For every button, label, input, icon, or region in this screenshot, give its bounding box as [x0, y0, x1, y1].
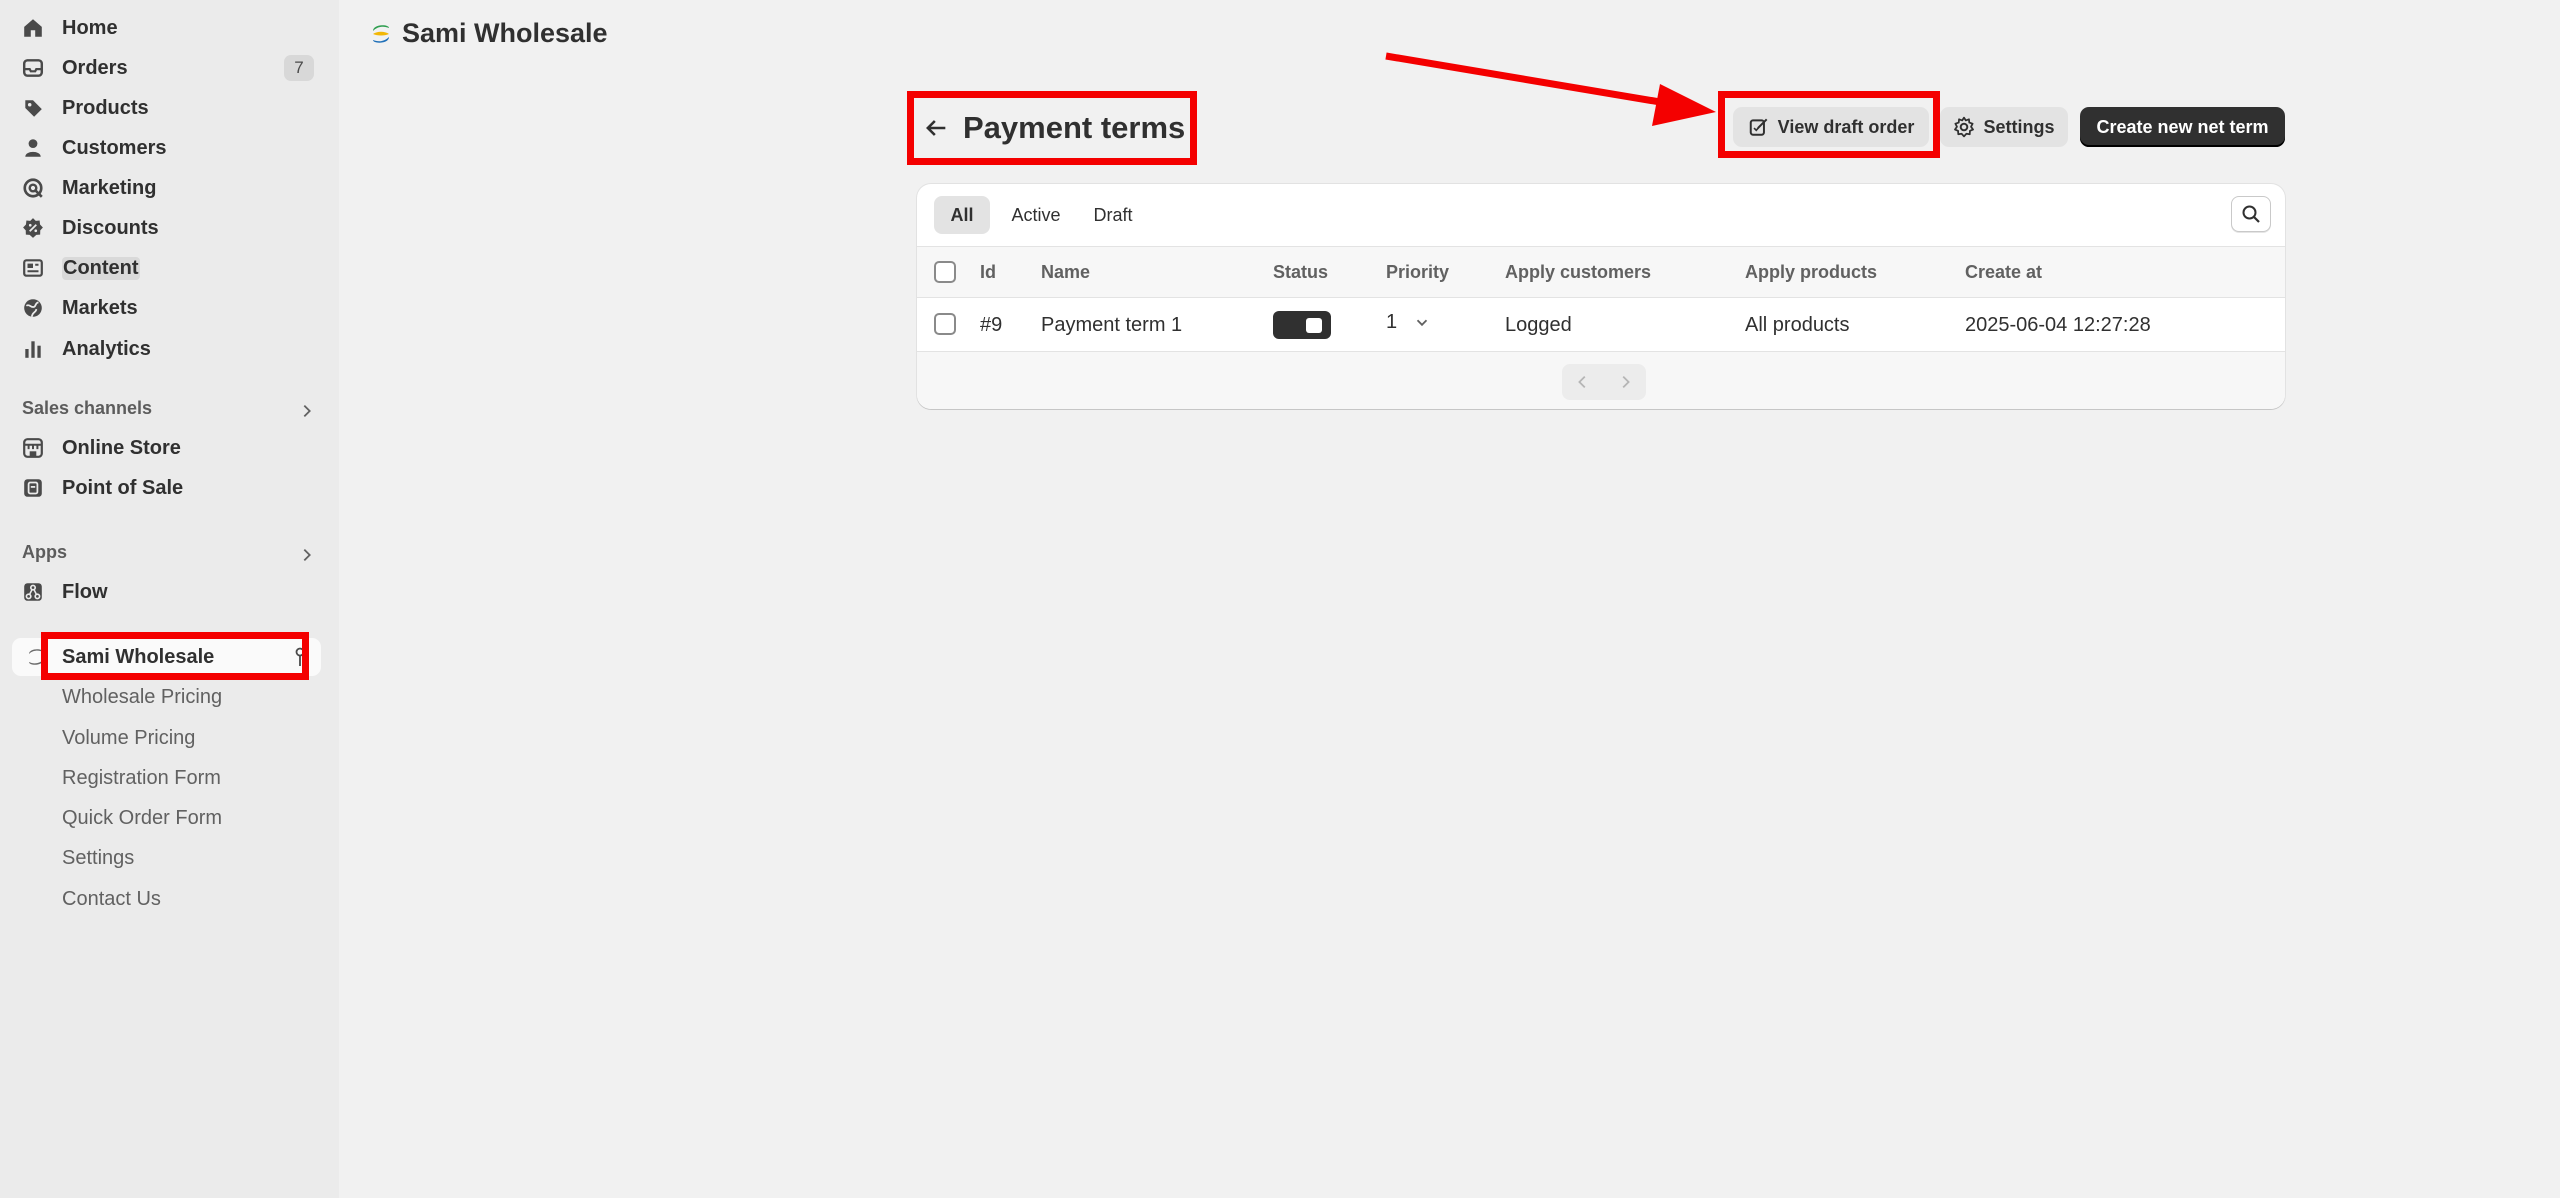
sidebar-item-label: Orders: [62, 56, 128, 79]
column-header-status[interactable]: Status: [1273, 262, 1328, 283]
person-icon: [22, 137, 44, 159]
discount-icon: [22, 217, 44, 239]
app-title: Sami Wholesale: [402, 18, 608, 48]
tab-draft[interactable]: Draft: [1083, 196, 1143, 234]
sidebar-item-sami-wholesale[interactable]: Sami Wholesale: [12, 638, 321, 676]
apps-heading: Apps: [22, 542, 67, 562]
orders-count-badge: 7: [284, 55, 314, 81]
select-all-checkbox[interactable]: [934, 261, 956, 283]
sidebar-item-flow[interactable]: Flow: [22, 574, 318, 610]
sidebar-subitem-settings[interactable]: Settings: [62, 847, 134, 870]
pagination: [1562, 364, 1646, 400]
home-icon: [22, 17, 44, 39]
sidebar-item-orders[interactable]: Orders 7: [22, 50, 318, 86]
sidebar-item-home[interactable]: Home: [22, 10, 318, 46]
sidebar-item-label: Markets: [62, 296, 138, 319]
app-logo-icon: [29, 649, 43, 665]
create-new-net-term-label: Create new net term: [2096, 116, 2269, 137]
payment-terms-card: All Active Draft Id Name Status Priority…: [917, 184, 2285, 409]
sidebar-item-marketing[interactable]: Marketing: [22, 170, 318, 206]
app-logo-icon: [373, 25, 389, 43]
orders-icon: [22, 57, 44, 79]
row-apply-products: All products: [1745, 314, 1850, 336]
view-draft-order-label: View draft order: [1777, 116, 1915, 137]
settings-button[interactable]: Settings: [1940, 107, 2068, 147]
sidebar-item-discounts[interactable]: Discounts: [22, 210, 318, 246]
marketing-icon: [22, 177, 44, 199]
tab-all[interactable]: All: [934, 196, 990, 234]
content-icon: [22, 257, 44, 279]
column-header-apply-products[interactable]: Apply products: [1745, 262, 1877, 283]
sales-channels-heading: Sales channels: [22, 398, 153, 418]
gear-icon: [1954, 116, 1975, 138]
back-arrow-icon[interactable]: [922, 114, 950, 142]
flow-icon: [22, 581, 44, 603]
view-draft-order-button[interactable]: View draft order: [1733, 107, 1929, 147]
next-page-button[interactable]: [1604, 364, 1646, 400]
pin-icon[interactable]: [292, 646, 312, 668]
chevron-left-icon: [1578, 375, 1586, 389]
sidebar: Home Orders 7 Products Customers Marketi…: [0, 0, 339, 1198]
page-title: Payment terms: [963, 110, 1186, 145]
sidebar-subitem-contact-us[interactable]: Contact Us: [62, 888, 161, 911]
sidebar-item-label: Discounts: [62, 216, 159, 239]
bar-chart-icon: [22, 338, 44, 360]
table-row[interactable]: #9 Payment term 1 1 Logged All products …: [917, 298, 2285, 352]
row-created-at: 2025-06-04 12:27:28: [1965, 314, 2151, 336]
sidebar-subitem-registration-form[interactable]: Registration Form: [62, 767, 221, 790]
sidebar-subitem-quick-order-form[interactable]: Quick Order Form: [62, 807, 222, 830]
chevron-right-icon[interactable]: [298, 546, 316, 564]
sidebar-subitem-volume-pricing[interactable]: Volume Pricing: [62, 727, 195, 750]
sidebar-item-label: Content: [62, 256, 140, 280]
tag-icon: [22, 97, 44, 119]
sidebar-item-analytics[interactable]: Analytics: [22, 331, 318, 367]
search-icon: [2242, 205, 2260, 223]
sidebar-item-label: Point of Sale: [62, 476, 184, 499]
table-footer: [917, 352, 2285, 409]
sidebar-item-point-of-sale[interactable]: Point of Sale: [22, 470, 318, 506]
create-new-net-term-button[interactable]: Create new net term: [2080, 107, 2285, 147]
status-toggle[interactable]: [1273, 311, 1331, 339]
sidebar-item-label: Online Store: [62, 436, 181, 459]
priority-select[interactable]: 1: [1386, 311, 1431, 334]
sidebar-subitem-wholesale-pricing[interactable]: Wholesale Pricing: [62, 686, 222, 709]
column-header-name[interactable]: Name: [1041, 262, 1090, 283]
store-icon: [22, 437, 44, 459]
sidebar-item-products[interactable]: Products: [22, 90, 318, 126]
sidebar-item-label: Flow: [62, 580, 108, 603]
chevron-down-icon: [1416, 319, 1427, 326]
column-header-apply-customers[interactable]: Apply customers: [1505, 262, 1651, 283]
row-id: #9: [980, 314, 1003, 336]
sidebar-item-label: Home: [62, 16, 118, 39]
tab-active[interactable]: Active: [1001, 196, 1071, 234]
sidebar-item-label: Customers: [62, 136, 167, 159]
column-header-create-at[interactable]: Create at: [1965, 262, 2042, 283]
sidebar-item-label: Products: [62, 96, 149, 119]
chevron-right-icon: [1622, 375, 1630, 389]
settings-label: Settings: [1983, 116, 2055, 137]
sidebar-item-label: Marketing: [62, 176, 157, 199]
annotation-arrow: [1385, 52, 1716, 126]
sidebar-item-label: Sami Wholesale: [62, 646, 215, 668]
row-checkbox[interactable]: [934, 313, 956, 335]
chevron-right-icon[interactable]: [298, 402, 316, 420]
table-header: Id Name Status Priority Apply customers …: [917, 246, 2285, 298]
sidebar-item-online-store[interactable]: Online Store: [22, 430, 318, 466]
sidebar-item-label: Analytics: [62, 337, 151, 360]
pos-icon: [22, 477, 44, 499]
row-name[interactable]: Payment term 1: [1041, 314, 1182, 337]
globe-icon: [22, 297, 44, 319]
search-button[interactable]: [2231, 196, 2271, 232]
sidebar-item-markets[interactable]: Markets: [22, 290, 318, 326]
sidebar-item-customers[interactable]: Customers: [22, 130, 318, 166]
column-header-priority[interactable]: Priority: [1386, 262, 1449, 283]
priority-value: 1: [1386, 311, 1398, 333]
row-apply-customers: Logged: [1505, 314, 1572, 336]
column-header-id[interactable]: Id: [980, 262, 996, 283]
previous-page-button[interactable]: [1562, 364, 1604, 400]
edit-icon: [1749, 118, 1768, 136]
sidebar-item-content[interactable]: Content: [22, 250, 318, 286]
